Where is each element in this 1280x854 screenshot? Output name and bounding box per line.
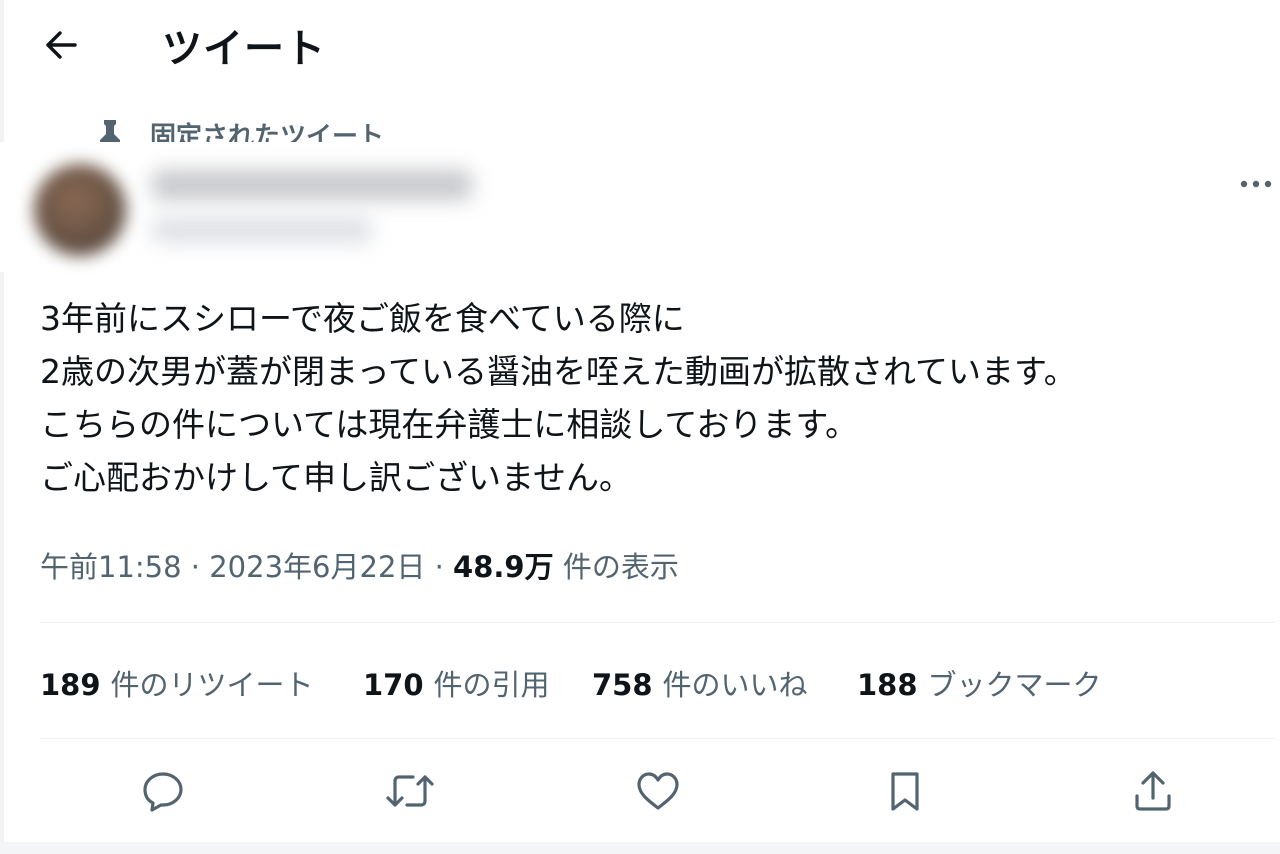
tweet-line: こちらの件については現在弁護士に相談しております。: [40, 405, 859, 444]
likes-count: 758: [592, 668, 653, 702]
likes-label: 件のいいね: [662, 668, 808, 702]
tweet-time[interactable]: 午前11:58: [40, 550, 182, 584]
page-title: ツイート: [162, 26, 326, 72]
avatar[interactable]: [34, 164, 126, 256]
divider: [40, 738, 1276, 739]
tweet-date[interactable]: 2023年6月22日: [209, 550, 425, 584]
arrow-left-icon: [46, 31, 77, 59]
meta-separator: ·: [190, 550, 201, 584]
divider: [40, 622, 1276, 623]
reply-button[interactable]: [138, 766, 188, 816]
like-button[interactable]: [633, 766, 683, 816]
top-header: ツイート: [0, 0, 1280, 92]
retweets-stat[interactable]: 189 件のリツイート: [40, 662, 314, 704]
retweet-icon: [386, 775, 434, 807]
quotes-label: 件の引用: [433, 668, 550, 702]
share-button[interactable]: [1128, 766, 1178, 816]
tweet-line: 3年前にスシローで夜ご飯を食べている際に: [40, 299, 685, 338]
back-button[interactable]: [36, 22, 86, 68]
bookmark-button[interactable]: [880, 766, 930, 816]
views-label[interactable]: 件の表示: [563, 550, 679, 584]
tweet-line: ご心配おかけして申し訳ございません。: [40, 458, 633, 497]
tweet-meta: 午前11:58 · 2023年6月22日 · 48.9万 件の表示: [40, 544, 679, 586]
reply-icon: [143, 772, 183, 812]
bottom-separator: [0, 842, 1280, 854]
tweet-line: 2歳の次男が蓋が閉まっている醤油を咥えた動画が拡散されています。: [40, 352, 1077, 391]
author-handle-blurred[interactable]: [152, 218, 372, 242]
likes-stat[interactable]: 758 件のいいね: [592, 662, 808, 704]
bookmarks-label: ブックマーク: [927, 668, 1102, 702]
bookmark-icon: [891, 772, 919, 811]
retweets-count: 189: [40, 668, 101, 702]
quotes-stat[interactable]: 170 件の引用: [363, 662, 550, 704]
bookmarks-stat[interactable]: 188 ブックマーク: [857, 662, 1102, 704]
quotes-count: 170: [363, 668, 424, 702]
author-name-blurred[interactable]: [152, 170, 472, 200]
tweet-author[interactable]: [0, 142, 560, 272]
bookmarks-count: 188: [857, 668, 918, 702]
more-horizontal-icon: [1240, 180, 1272, 188]
page-frame-edge: [0, 0, 4, 854]
meta-separator: ·: [434, 550, 444, 584]
tweet-text: 3年前にスシローで夜ご飯を食べている際に 2歳の次男が蓋が閉まっている醤油を咥え…: [40, 292, 1240, 504]
like-icon: [637, 772, 679, 810]
share-icon: [1135, 771, 1171, 811]
retweets-label: 件のリツイート: [110, 668, 314, 702]
retweet-button[interactable]: [385, 766, 435, 816]
views-count[interactable]: 48.9万: [453, 550, 554, 584]
more-options-button[interactable]: [1236, 168, 1276, 200]
